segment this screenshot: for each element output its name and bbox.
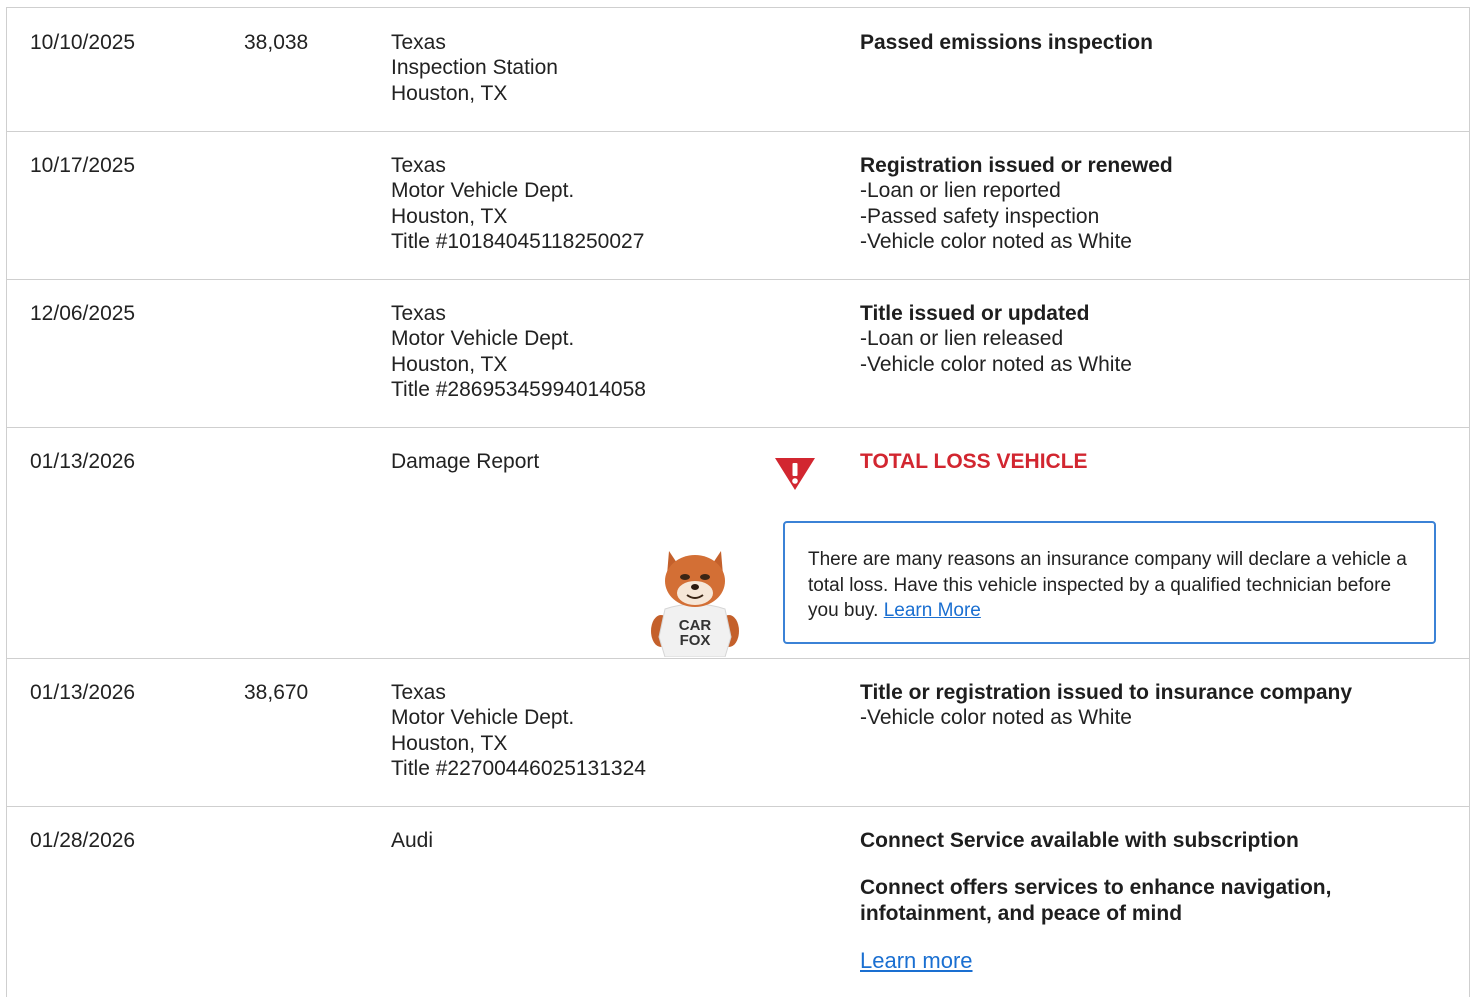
row-details: Passed emissions inspection [860,30,1153,55]
source-line: Texas [391,31,446,54]
source-line: Houston, TX [391,204,508,228]
row-source: Texas Motor Vehicle Dept. Houston, TX Ti… [391,153,644,254]
row-date: 12/06/2025 [30,302,136,325]
source-line: Texas [391,302,446,325]
history-row-total-loss: 01/13/2026 Damage Report TOTAL LOSS VEHI… [7,428,1469,659]
row-subheadline: Connect offers services to enhance navig… [860,876,1332,900]
source-line: Texas [391,681,446,704]
detail-item: -Passed safety inspection [860,204,1100,228]
detail-item: -Vehicle color noted as White [860,706,1132,730]
source-line: Houston, TX [391,731,508,755]
source-line: Houston, TX [391,81,508,105]
row-source: Damage Report [391,449,539,474]
row-source: Audi [391,828,433,853]
row-subheadline: infotainment, and peace of mind [860,901,1183,925]
row-source: Texas Motor Vehicle Dept. Houston, TX Ti… [391,680,646,781]
source-line: Title #22700446025131324 [391,756,646,780]
row-date: 01/13/2026 [30,450,136,473]
source-line: Inspection Station [391,56,558,80]
total-loss-callout: There are many reasons an insurance comp… [783,521,1436,644]
history-row: 10/17/2025 Texas Motor Vehicle Dept. Hou… [7,132,1469,280]
source-line: Houston, TX [391,352,508,376]
source-line: Title #28695345994014058 [391,377,646,401]
source-line: Texas [391,154,446,177]
source-line: Motor Vehicle Dept. [391,706,575,730]
source-line: Motor Vehicle Dept. [391,327,575,351]
row-headline: Passed emissions inspection [860,31,1153,54]
detail-item: -Loan or lien reported [860,179,1061,203]
row-details: Registration issued or renewed -Loan or … [860,153,1173,254]
row-date: 10/10/2025 [30,31,136,54]
source-line: Motor Vehicle Dept. [391,179,575,203]
history-row: 01/13/2026 38,670 Texas Motor Vehicle De… [7,659,1469,807]
callout-learn-more-link[interactable]: Learn More [884,600,981,621]
row-date: 01/13/2026 [30,681,136,704]
source-line: Damage Report [391,450,540,473]
carfox-mascot-icon: CAR FOX [651,551,739,657]
row-date: 01/28/2026 [30,829,136,852]
row-details: Connect Service available with subscript… [860,828,1331,973]
vehicle-history-table: 10/10/2025 38,038 Texas Inspection Stati… [6,7,1470,997]
detail-item: -Vehicle color noted as White [860,229,1132,253]
row-headline: Connect Service available with subscript… [860,829,1299,852]
row-source: Texas Inspection Station Houston, TX [391,30,558,106]
row-odometer: 38,038 [244,31,309,54]
history-row: 01/28/2026 Audi Connect Service availabl… [7,807,1469,998]
warning-triangle-icon [775,458,815,490]
source-line: Audi [391,829,434,852]
row-headline: Registration issued or renewed [860,154,1173,177]
row-headline: Title or registration issued to insuranc… [860,681,1353,704]
source-line: Title #10184045118250027 [391,229,645,253]
connect-learn-more-link[interactable]: Learn more [860,948,1331,973]
row-source: Texas Motor Vehicle Dept. Houston, TX Ti… [391,301,646,402]
history-row: 10/10/2025 38,038 Texas Inspection Stati… [7,8,1469,132]
row-headline: Title issued or updated [860,302,1090,325]
row-date: 10/17/2025 [30,154,136,177]
total-loss-headline: TOTAL LOSS VEHICLE [860,450,1088,473]
row-details: Title issued or updated -Loan or lien re… [860,301,1132,377]
row-odometer: 38,670 [244,681,309,704]
history-row: 12/06/2025 Texas Motor Vehicle Dept. Hou… [7,280,1469,428]
row-details: Title or registration issued to insuranc… [860,680,1352,731]
shirt-text-2: FOX [680,632,711,649]
detail-item: -Loan or lien released [860,327,1064,351]
detail-item: -Vehicle color noted as White [860,352,1132,376]
